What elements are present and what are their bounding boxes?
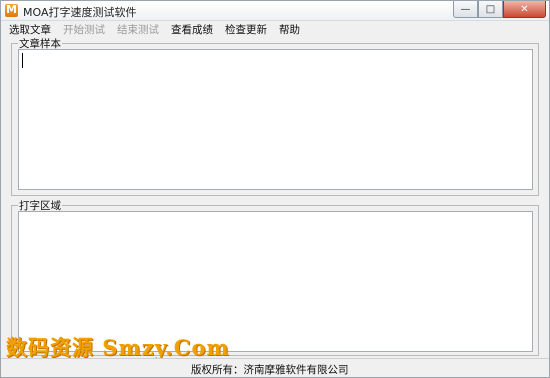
text-caret [22,53,23,68]
moa-logo-icon [5,3,18,17]
menu-check-update[interactable]: 检查更新 [225,22,267,37]
menu-bar: 选取文章 开始测试 结束测试 查看成绩 检查更新 帮助 [1,21,549,37]
copyright-text: 版权所有：济南摩雅软件有限公司 [191,364,349,376]
app-window: MOA打字速度测试软件 — □ ✕ 选取文章 开始测试 结束测试 查看成绩 检查… [0,0,550,378]
close-icon: ✕ [520,3,529,15]
minimize-button[interactable]: — [453,1,478,18]
window-controls: — □ ✕ [453,1,546,18]
menu-view-scores[interactable]: 查看成绩 [171,22,213,37]
window-title: MOA打字速度测试软件 [23,6,137,19]
menu-help[interactable]: 帮助 [279,22,300,37]
menu-start-test[interactable]: 开始测试 [63,22,105,37]
maximize-button[interactable]: □ [478,1,503,18]
status-bar: 版权所有：济南摩雅软件有限公司 [1,358,549,377]
close-button[interactable]: ✕ [503,1,546,18]
menu-select-article[interactable]: 选取文章 [9,22,51,37]
maximize-icon: □ [485,3,496,15]
minimize-icon: — [460,3,471,15]
sample-text-area[interactable] [18,49,533,190]
menu-end-test[interactable]: 结束测试 [117,22,159,37]
title-bar[interactable]: MOA打字速度测试软件 — □ ✕ [1,1,549,21]
sample-group: 文章样本 [11,36,539,196]
typing-text-area[interactable] [18,211,533,352]
